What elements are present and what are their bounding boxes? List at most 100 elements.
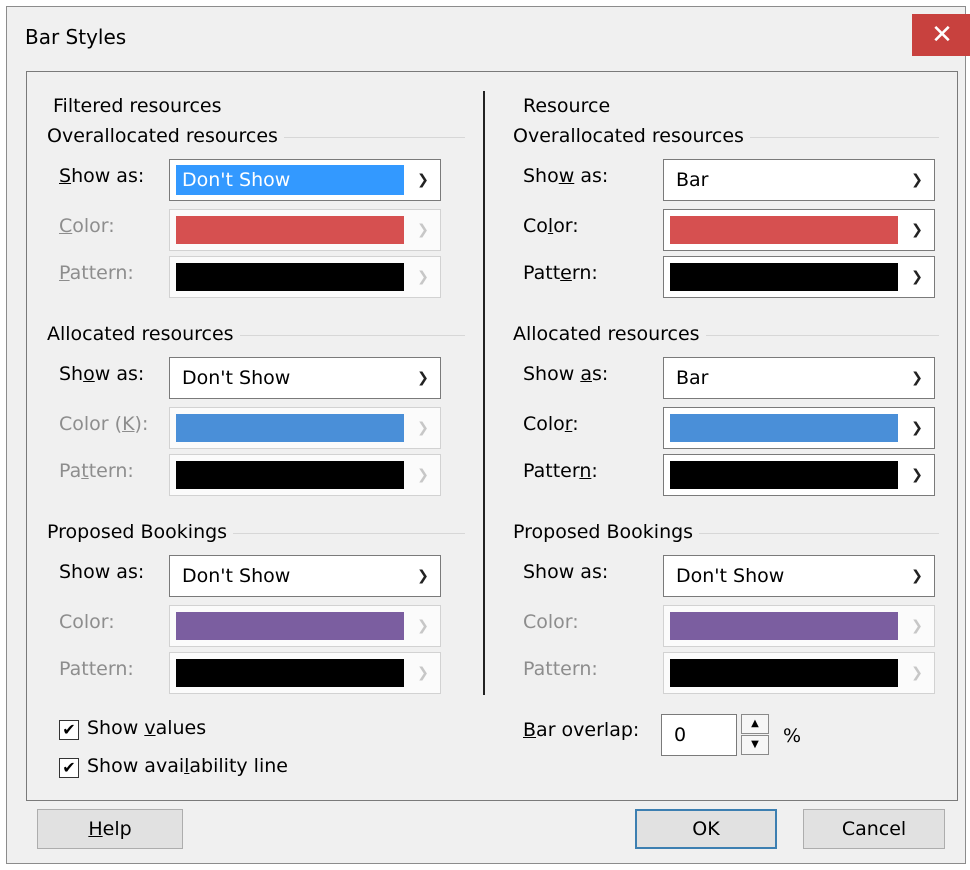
left-overallocated-color-dropdown[interactable]: ❯ bbox=[169, 209, 441, 251]
chevron-down-icon: ❯ bbox=[417, 568, 429, 584]
left-overallocated-color-label: Color: bbox=[59, 215, 115, 237]
cancel-button[interactable]: Cancel bbox=[803, 809, 945, 849]
right-proposed-show-as-dropdown[interactable]: Don't Show ❯ bbox=[663, 555, 935, 597]
chevron-down-icon: ❯ bbox=[911, 172, 923, 188]
bar-overlap-label: Bar overlap: bbox=[523, 719, 640, 741]
chevron-down-icon: ❯ bbox=[417, 420, 429, 436]
left-section-proposed: Proposed Bookings bbox=[47, 521, 465, 543]
chevron-down-icon: ❯ bbox=[911, 568, 923, 584]
chevron-down-icon: ❯ bbox=[911, 618, 923, 634]
right-allocated-show-as-dropdown[interactable]: Bar ❯ bbox=[663, 357, 935, 399]
left-proposed-color-label: Color: bbox=[59, 611, 115, 633]
left-proposed-pattern-dropdown[interactable]: ❯ bbox=[169, 652, 441, 694]
left-proposed-show-as-value: Don't Show bbox=[182, 565, 291, 587]
right-overallocated-show-as-value: Bar bbox=[676, 169, 709, 191]
chevron-down-icon: ❯ bbox=[911, 665, 923, 681]
pattern-swatch bbox=[670, 461, 898, 489]
left-allocated-show-as-value: Don't Show bbox=[182, 367, 291, 389]
left-allocated-show-as-dropdown[interactable]: Don't Show ❯ bbox=[169, 357, 441, 399]
color-swatch bbox=[176, 414, 404, 442]
chevron-down-icon: ❯ bbox=[417, 269, 429, 285]
column-divider bbox=[483, 91, 485, 695]
bar-styles-dialog: Bar Styles ✕ Filtered resources Overallo… bbox=[6, 6, 970, 864]
right-column-header: Resource bbox=[523, 95, 611, 117]
show-availability-line-checkbox[interactable]: ✔ bbox=[59, 758, 79, 778]
color-swatch bbox=[670, 216, 898, 244]
bar-overlap-unit: % bbox=[783, 725, 802, 747]
pattern-swatch bbox=[670, 263, 898, 291]
left-allocated-color-label: Color (K): bbox=[59, 413, 149, 435]
right-allocated-show-as-value: Bar bbox=[676, 367, 709, 389]
chevron-down-icon: ❯ bbox=[911, 222, 923, 238]
right-allocated-color-label: Color: bbox=[523, 413, 579, 435]
left-column-header: Filtered resources bbox=[53, 95, 222, 117]
color-swatch bbox=[670, 414, 898, 442]
color-swatch bbox=[670, 612, 898, 640]
left-proposed-pattern-label: Pattern: bbox=[59, 658, 134, 680]
show-values-label: Show values bbox=[87, 717, 207, 739]
close-icon: ✕ bbox=[931, 20, 953, 50]
chevron-down-icon: ❯ bbox=[911, 370, 923, 386]
left-allocated-show-as-label: Show as: bbox=[59, 363, 145, 385]
left-allocated-color-dropdown[interactable]: ❯ bbox=[169, 407, 441, 449]
right-section-overallocated: Overallocated resources bbox=[513, 125, 939, 147]
chevron-down-icon: ❯ bbox=[911, 420, 923, 436]
left-overallocated-show-as-value: Don't Show bbox=[176, 165, 404, 195]
right-overallocated-show-as-label: Show as: bbox=[523, 165, 609, 187]
left-overallocated-pattern-dropdown[interactable]: ❯ bbox=[169, 256, 441, 298]
check-icon: ✔ bbox=[62, 720, 76, 739]
left-proposed-show-as-label: Show as: bbox=[59, 561, 145, 583]
pattern-swatch bbox=[176, 263, 404, 291]
triangle-down-icon: ▼ bbox=[751, 739, 759, 750]
right-allocated-color-dropdown[interactable]: ❯ bbox=[663, 407, 935, 449]
bar-overlap-input[interactable]: 0 bbox=[661, 714, 737, 756]
left-proposed-color-dropdown[interactable]: ❯ bbox=[169, 605, 441, 647]
right-proposed-show-as-label: Show as: bbox=[523, 561, 609, 583]
left-overallocated-show-as-label: Show as: bbox=[59, 165, 145, 187]
check-icon: ✔ bbox=[62, 758, 76, 777]
chevron-down-icon: ❯ bbox=[417, 172, 429, 188]
left-allocated-pattern-dropdown[interactable]: ❯ bbox=[169, 454, 441, 496]
left-proposed-show-as-dropdown[interactable]: Don't Show ❯ bbox=[169, 555, 441, 597]
color-swatch bbox=[176, 216, 404, 244]
right-overallocated-color-label: Color: bbox=[523, 215, 579, 237]
show-availability-line-label: Show availability line bbox=[87, 755, 288, 777]
chevron-down-icon: ❯ bbox=[417, 467, 429, 483]
bar-overlap-value: 0 bbox=[674, 724, 687, 746]
ok-button[interactable]: OK bbox=[635, 809, 777, 849]
right-section-proposed: Proposed Bookings bbox=[513, 521, 939, 543]
bar-overlap-spin-down[interactable]: ▼ bbox=[741, 735, 769, 755]
right-proposed-color-label: Color: bbox=[523, 611, 579, 633]
right-overallocated-pattern-label: Pattern: bbox=[523, 262, 598, 284]
close-button[interactable]: ✕ bbox=[912, 14, 970, 56]
left-section-allocated: Allocated resources bbox=[47, 323, 465, 345]
chevron-down-icon: ❯ bbox=[911, 467, 923, 483]
color-swatch bbox=[176, 612, 404, 640]
triangle-up-icon: ▲ bbox=[751, 718, 759, 729]
chevron-down-icon: ❯ bbox=[417, 618, 429, 634]
left-overallocated-show-as-dropdown[interactable]: Don't Show ❯ bbox=[169, 159, 441, 201]
right-overallocated-color-dropdown[interactable]: ❯ bbox=[663, 209, 935, 251]
right-proposed-pattern-label: Pattern: bbox=[523, 658, 598, 680]
chevron-down-icon: ❯ bbox=[417, 370, 429, 386]
right-section-allocated: Allocated resources bbox=[513, 323, 939, 345]
pattern-swatch bbox=[176, 659, 404, 687]
chevron-down-icon: ❯ bbox=[911, 269, 923, 285]
show-values-checkbox[interactable]: ✔ bbox=[59, 720, 79, 740]
right-proposed-pattern-dropdown[interactable]: ❯ bbox=[663, 652, 935, 694]
pattern-swatch bbox=[176, 461, 404, 489]
right-proposed-show-as-value: Don't Show bbox=[676, 565, 785, 587]
pattern-swatch bbox=[670, 659, 898, 687]
chevron-down-icon: ❯ bbox=[417, 665, 429, 681]
right-allocated-pattern-label: Pattern: bbox=[523, 460, 598, 482]
help-button[interactable]: Help bbox=[37, 809, 183, 849]
right-overallocated-pattern-dropdown[interactable]: ❯ bbox=[663, 256, 935, 298]
bar-overlap-spin-up[interactable]: ▲ bbox=[741, 714, 769, 734]
left-allocated-pattern-label: Pattern: bbox=[59, 460, 134, 482]
left-overallocated-pattern-label: Pattern: bbox=[59, 262, 134, 284]
dialog-title: Bar Styles bbox=[25, 25, 127, 49]
chevron-down-icon: ❯ bbox=[417, 222, 429, 238]
right-proposed-color-dropdown[interactable]: ❯ bbox=[663, 605, 935, 647]
right-allocated-pattern-dropdown[interactable]: ❯ bbox=[663, 454, 935, 496]
right-overallocated-show-as-dropdown[interactable]: Bar ❯ bbox=[663, 159, 935, 201]
